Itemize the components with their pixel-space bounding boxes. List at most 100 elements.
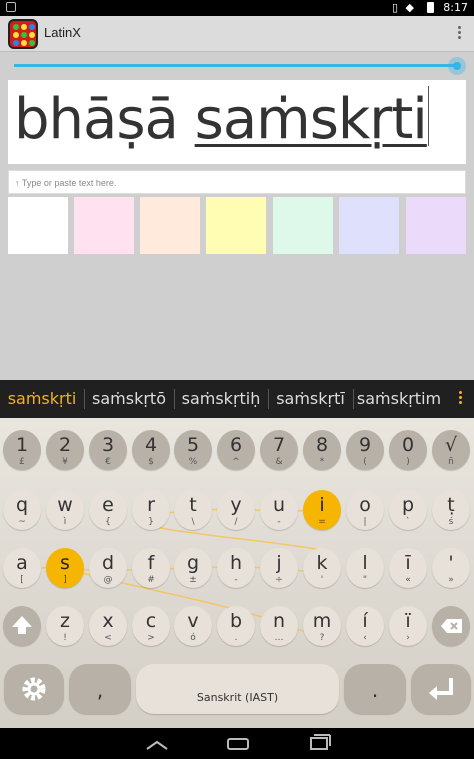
key-alt-label: / <box>234 517 238 527</box>
key[interactable]: vó <box>174 606 212 646</box>
key[interactable]: 6 ^ <box>217 430 255 470</box>
app-icon[interactable] <box>8 19 38 49</box>
key[interactable]: b. <box>217 606 255 646</box>
key-alt-label: $ <box>148 457 154 467</box>
slider-track <box>14 64 458 67</box>
slider-thumb[interactable] <box>448 57 466 75</box>
key-alt-label: } <box>148 517 154 527</box>
key-alt-label: ( <box>363 457 367 467</box>
action-bar: LatinX <box>0 16 474 52</box>
suggestion-item[interactable]: saṁskṛti <box>0 380 84 418</box>
color-swatch[interactable] <box>74 197 134 254</box>
key[interactable]: d @ <box>89 548 127 588</box>
key-label: l <box>362 552 368 574</box>
key-label: , <box>96 678 104 702</box>
key[interactable]: l " <box>346 548 384 588</box>
color-swatch[interactable] <box>406 197 466 254</box>
key-alt-label: ! <box>63 633 67 643</box>
period-key[interactable]: . <box>344 664 406 714</box>
key-label: e <box>102 494 114 516</box>
key[interactable]: 8 * <box>303 430 341 470</box>
key-label: 6 <box>229 434 243 456</box>
key[interactable]: k ' <box>303 548 341 588</box>
key-label: h <box>229 552 243 574</box>
suggestion-item[interactable]: saṁskṛtiḥ <box>174 380 268 418</box>
key[interactable]: q ~ <box>3 490 41 530</box>
key[interactable]: g ± <box>174 548 212 588</box>
font-size-slider[interactable] <box>14 57 466 75</box>
key[interactable]: 4 $ <box>132 430 170 470</box>
comma-key[interactable]: , <box>69 664 131 714</box>
key[interactable]: h ‑ <box>217 548 255 588</box>
color-swatch[interactable] <box>8 197 68 254</box>
key[interactable]: n… <box>260 606 298 646</box>
key[interactable]: z! <box>46 606 84 646</box>
key[interactable]: 9( <box>346 430 384 470</box>
key-alt-label: | <box>363 517 367 527</box>
key[interactable]: '» <box>432 548 470 588</box>
color-swatch[interactable] <box>339 197 399 254</box>
key[interactable]: 7 & <box>260 430 298 470</box>
keyboard: 1 £2 ¥3 €4 $5% 6 ^ 7 & 8 * 9(0) √ ñ q ~ w ì e{r} t \ y / u - i = o |… <box>0 418 474 728</box>
suggestion-item[interactable]: saṁskṛtim <box>353 380 445 418</box>
key-label: f <box>147 552 155 574</box>
key[interactable]: j ÷ <box>260 548 298 588</box>
key[interactable]: u- <box>260 490 298 530</box>
key-alt-label: € <box>105 457 111 467</box>
key-alt-label: = <box>318 517 326 527</box>
key[interactable]: 1 £ <box>3 430 41 470</box>
color-swatch[interactable] <box>140 197 200 254</box>
enter-key[interactable] <box>411 664 471 714</box>
key-alt-label: ? <box>319 633 325 643</box>
key[interactable]: í ‹ <box>346 606 384 646</box>
vibrate-icon: ▯ <box>391 1 398 14</box>
key[interactable]: s] <box>46 548 84 588</box>
key-alt-label: % <box>188 457 198 467</box>
key-label: q <box>15 494 29 516</box>
key[interactable]: i = <box>303 490 341 530</box>
suggestion-item[interactable]: saṁskṛtī <box>268 380 353 418</box>
color-swatch[interactable] <box>273 197 333 254</box>
key[interactable]: m? <box>303 606 341 646</box>
space-key[interactable]: Sanskrit (IAST) <box>136 664 339 714</box>
key[interactable]: r} <box>132 490 170 530</box>
shift-key[interactable] <box>3 606 41 646</box>
text-input[interactable]: ↑ Type or paste text here. <box>8 170 466 194</box>
back-icon[interactable] <box>146 740 168 750</box>
key-label: ' <box>448 552 454 574</box>
key[interactable]: c > <box>132 606 170 646</box>
key-alt-label: « <box>405 575 411 585</box>
key[interactable]: t \ <box>174 490 212 530</box>
key[interactable]: ṭś <box>432 490 470 530</box>
more-suggestions-icon[interactable] <box>458 389 462 409</box>
key[interactable]: y / <box>217 490 255 530</box>
key[interactable]: a[ <box>3 548 41 588</box>
color-swatch[interactable] <box>206 197 266 254</box>
recents-icon[interactable] <box>310 734 331 750</box>
text-display[interactable]: bhāṣā saṁskṛti <box>8 80 466 164</box>
settings-key[interactable] <box>4 664 64 714</box>
key[interactable]: p ` <box>389 490 427 530</box>
key[interactable]: x < <box>89 606 127 646</box>
key[interactable]: wì <box>46 490 84 530</box>
key[interactable]: 2 ¥ <box>46 430 84 470</box>
key[interactable]: 3 € <box>89 430 127 470</box>
overflow-menu-icon[interactable] <box>456 24 462 44</box>
key[interactable]: √ ñ <box>432 430 470 470</box>
key[interactable]: 5% <box>174 430 212 470</box>
key-label: m <box>312 610 332 632</box>
key-alt-label: & <box>275 457 283 467</box>
key[interactable]: e{ <box>89 490 127 530</box>
key-alt-label: ÷ <box>275 575 283 585</box>
key[interactable]: f # <box>132 548 170 588</box>
key[interactable]: ī « <box>389 548 427 588</box>
key[interactable]: ï › <box>389 606 427 646</box>
key[interactable]: 0) <box>389 430 427 470</box>
key-alt-label: ‹ <box>363 633 367 643</box>
backspace-icon <box>441 619 462 633</box>
key-alt-label: ś <box>448 517 454 527</box>
backspace-key[interactable] <box>432 606 470 646</box>
suggestion-item[interactable]: saṁskṛtō <box>84 380 174 418</box>
home-icon[interactable] <box>227 738 249 750</box>
key[interactable]: o | <box>346 490 384 530</box>
